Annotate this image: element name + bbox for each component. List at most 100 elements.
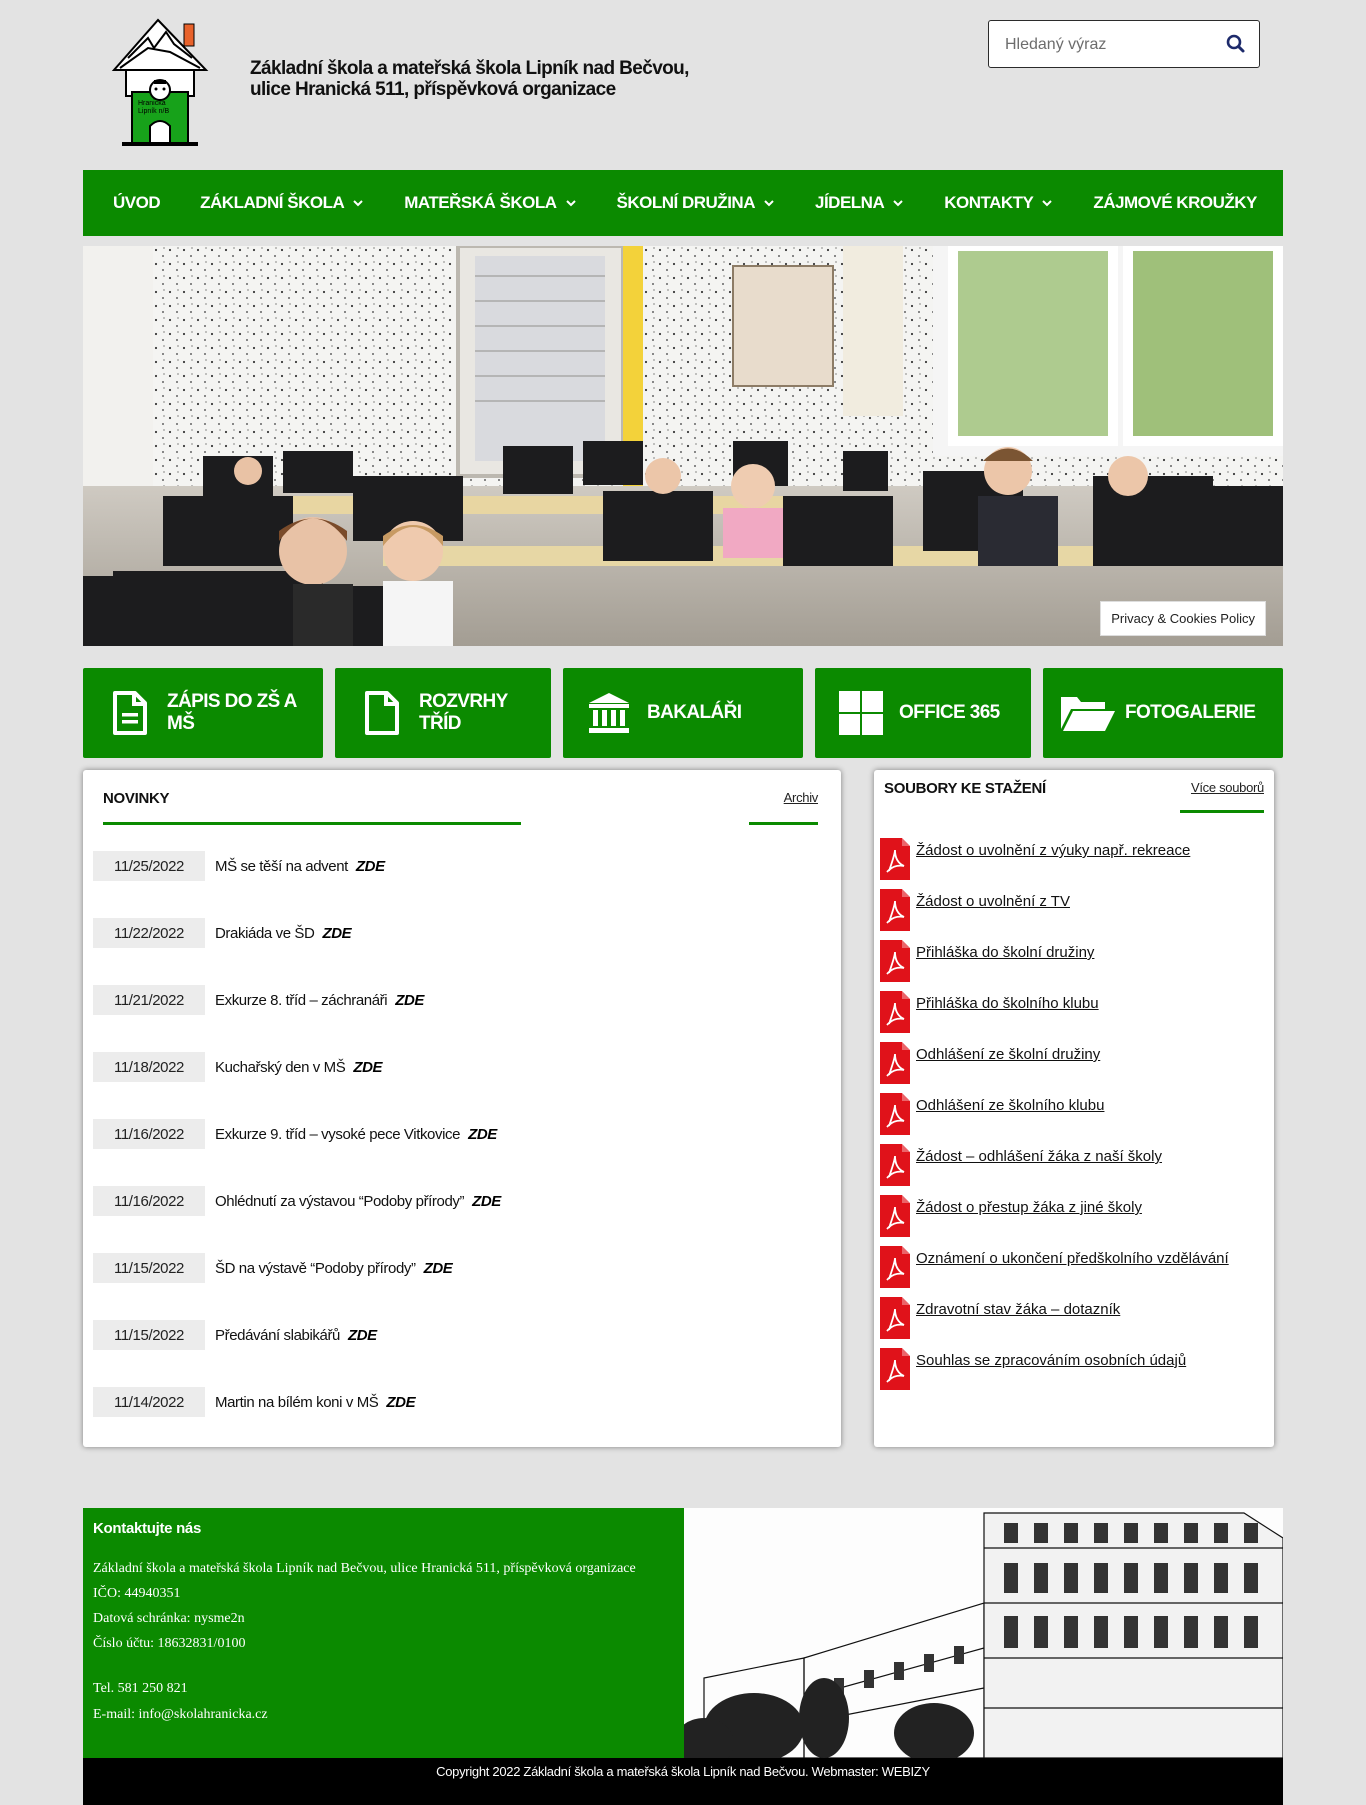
chevron-down-icon — [353, 200, 363, 207]
search-box — [988, 20, 1260, 68]
news-link[interactable]: ZDE — [424, 1260, 453, 1277]
contact-heading: Kontaktujte nás — [93, 1520, 202, 1537]
pdf-icon — [880, 1246, 910, 1288]
download-item[interactable]: Žádost o uvolnění z výuky např. rekreace — [880, 838, 1190, 880]
archive-link[interactable]: Archiv — [784, 790, 819, 805]
pdf-icon — [880, 889, 910, 931]
nav-item-label: Jídelna — [814, 193, 885, 212]
folder-open-icon — [1061, 697, 1115, 731]
download-item[interactable]: Odhlášení ze školní družiny — [880, 1042, 1100, 1084]
tile-bakalari[interactable]: Bakaláři — [563, 668, 803, 758]
school-logo[interactable]: Hranická Lipník n/B — [108, 18, 212, 148]
document-icon — [113, 691, 147, 735]
news-title: Kuchařský den v MŠ — [215, 1058, 346, 1076]
copyright-bar: Copyright 2022 Základní škola a mateřská… — [83, 1758, 1283, 1805]
tile-label: Rozvrhy tříd — [419, 691, 508, 734]
nav-item-5[interactable]: Kontakty — [944, 193, 1053, 213]
news-item: 11/15/2022 Předávání slabikářů ZDE — [93, 1320, 377, 1350]
download-link: Žádost o přestup žáka z jiné školy — [916, 1199, 1142, 1216]
nav-item-0[interactable]: Úvod — [113, 193, 161, 213]
pdf-icon — [880, 1144, 910, 1186]
news-link[interactable]: ZDE — [386, 1394, 415, 1411]
download-item[interactable]: Žádost o přestup žáka z jiné školy — [880, 1195, 1142, 1237]
news-link[interactable]: ZDE — [472, 1193, 501, 1210]
tile-zapis[interactable]: Zápis do ZŠ a MŠ — [83, 668, 323, 758]
news-date: 11/16/2022 — [93, 1186, 205, 1216]
contact-block: Kontaktujte nás Základní škola a mateřsk… — [83, 1508, 684, 1758]
news-date: 11/16/2022 — [93, 1119, 205, 1149]
windows-icon — [839, 691, 883, 735]
news-link[interactable]: ZDE — [322, 925, 351, 942]
archive-underline — [749, 822, 818, 825]
news-item: 11/14/2022 Martin na bílém koni v MŠ ZDE — [93, 1387, 416, 1417]
pdf-icon — [880, 1348, 910, 1390]
tile-label: Bakaláři — [647, 702, 742, 723]
nav-item-label: Zájmové kroužky — [1093, 193, 1257, 212]
download-link: Zdravotní stav žáka – dotazník — [916, 1301, 1121, 1318]
chevron-down-icon — [893, 200, 903, 207]
tile-fotogalerie[interactable]: Fotogalerie — [1043, 668, 1283, 758]
pdf-icon — [880, 838, 910, 880]
contact-address: Základní škola a mateřská škola Lipník n… — [93, 1561, 636, 1576]
news-date: 11/21/2022 — [93, 985, 205, 1015]
nav-item-3[interactable]: Školní družina — [617, 193, 775, 213]
downloads-panel: Soubory ke stažení Více souborů Žádost o… — [874, 770, 1274, 1447]
news-link[interactable]: ZDE — [353, 1059, 382, 1076]
search-input[interactable] — [1003, 33, 1207, 57]
news-link[interactable]: ZDE — [348, 1327, 377, 1344]
nav-item-label: Mateřská škola — [404, 193, 557, 212]
quick-links: Zápis do ZŠ a MŠ Rozvrhy tříd Bakaláři O… — [83, 668, 1283, 758]
download-link: Oznámení o ukončení předškolního vzděláv… — [916, 1250, 1229, 1267]
news-item: 11/16/2022 Exkurze 9. tříd – vysoké pece … — [93, 1119, 497, 1149]
download-item[interactable]: Oznámení o ukončení předškolního vzděláv… — [880, 1246, 1229, 1288]
nav-item-1[interactable]: Základní škola — [200, 193, 364, 213]
pdf-icon — [880, 1297, 910, 1339]
nav-item-label: Základní škola — [200, 193, 345, 212]
download-item[interactable]: Odhlášení ze školního klubu — [880, 1093, 1104, 1135]
contact-email[interactable]: E-mail: info@skolahranicka.cz — [93, 1707, 268, 1723]
news-title: Exkurze 9. tříd – vysoké pece Vitkovice — [215, 1125, 461, 1143]
chevron-down-icon — [1042, 200, 1053, 207]
tile-rozvrhy[interactable]: Rozvrhy tříd — [335, 668, 551, 758]
news-date: 11/18/2022 — [93, 1052, 205, 1082]
contact-phone[interactable]: Tel. 581 250 821 — [93, 1681, 188, 1697]
nav-item-label: Kontakty — [944, 193, 1034, 212]
tile-label: Office 365 — [899, 702, 1000, 723]
more-files-link[interactable]: Více souborů — [1191, 780, 1264, 795]
logo-graphic — [111, 18, 209, 146]
news-item: 11/16/2022 Ohlédnutí za výstavou “Podoby … — [93, 1186, 501, 1216]
nav-item-4[interactable]: Jídelna — [815, 193, 904, 213]
news-date: 11/14/2022 — [93, 1387, 205, 1417]
news-panel: Novinky Archiv 11/25/2022 MŠ se těší na a… — [83, 770, 841, 1447]
chevron-down-icon — [764, 200, 774, 207]
cookie-policy-button[interactable]: Privacy & Cookies Policy — [1100, 601, 1266, 636]
download-item[interactable]: Zdravotní stav žáka – dotazník — [880, 1297, 1120, 1339]
tile-office365[interactable]: Office 365 — [815, 668, 1031, 758]
news-link[interactable]: ZDE — [395, 992, 424, 1009]
pdf-icon — [880, 1195, 910, 1237]
news-link[interactable]: ZDE — [468, 1126, 497, 1143]
hero-photo: Privacy & Cookies Policy — [83, 246, 1283, 646]
download-item[interactable]: Souhlas se zpracováním osobních údajů — [880, 1348, 1186, 1390]
news-date: 11/22/2022 — [93, 918, 205, 948]
nav-item-6[interactable]: Zájmové kroužky — [1093, 193, 1257, 213]
download-item[interactable]: Žádost – odhlášení žáka z naší školy — [880, 1144, 1162, 1186]
news-item: 11/25/2022 MŠ se těší na advent ZDE — [93, 851, 385, 881]
news-link[interactable]: ZDE — [356, 858, 385, 875]
news-item: 11/21/2022 Exkurze 8. tříd – záchranáři ZD… — [93, 985, 424, 1015]
contact-databox: Datová schránka: nysme2n — [93, 1611, 245, 1626]
file-icon — [365, 691, 399, 735]
download-item[interactable]: Přihláška do školní družiny — [880, 940, 1094, 982]
download-item[interactable]: Přihláška do školního klubu — [880, 991, 1099, 1033]
contact-account: Číslo účtu: 18632831/0100 — [93, 1636, 246, 1651]
nav-item-2[interactable]: Mateřská škola — [404, 193, 576, 213]
download-item[interactable]: Žádost o uvolnění z TV — [880, 889, 1070, 931]
search-button[interactable] — [1223, 31, 1249, 57]
building-sketch — [684, 1508, 1283, 1758]
school-title[interactable]: Základní škola a mateřská škola Lipník n… — [250, 58, 689, 100]
main-navigation: Úvod Základní škola Mateřská škola Školní d… — [83, 170, 1283, 236]
pdf-icon — [880, 1093, 910, 1135]
pdf-icon — [880, 1042, 910, 1084]
footer: Kontaktujte nás Základní škola a mateřsk… — [83, 1508, 1283, 1805]
download-link: Žádost o uvolnění z výuky např. rekreace — [916, 842, 1191, 859]
